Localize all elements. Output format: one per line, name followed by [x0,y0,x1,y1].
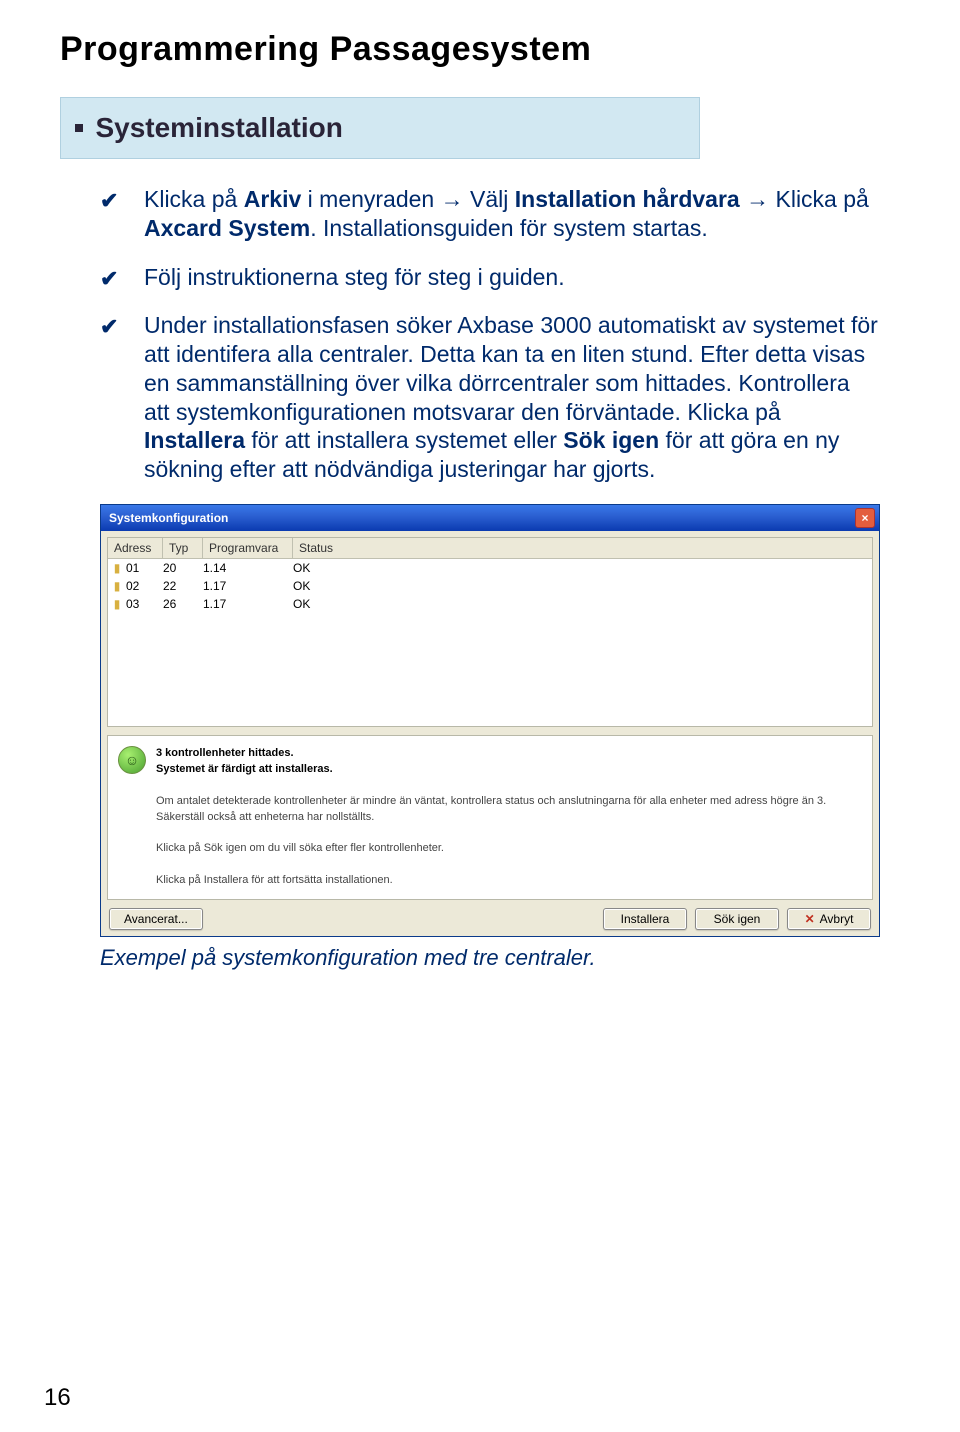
cell-prog: 1.14 [203,561,293,575]
info-panel: ☺ 3 kontrollenheter hittades. Systemet ä… [107,735,873,900]
cell-typ: 26 [163,597,203,611]
cell-prog: 1.17 [203,597,293,611]
bold-text: Installera [144,427,245,453]
text: i menyraden → Välj [301,186,514,212]
table-row[interactable]: ▮ 01 20 1.14 OK [108,559,872,577]
installera-button[interactable]: Installera [603,908,687,930]
text: → Klicka på [740,186,869,212]
bold-text: Axcard System [144,215,310,241]
page-number: 16 [44,1384,71,1412]
text: Klicka på [144,186,244,212]
section-heading-box: Systeminstallation [60,97,700,159]
figure-caption: Exempel på systemkonfiguration med tre c… [100,945,900,971]
bold-text: Installation hårdvara [515,186,740,212]
col-typ[interactable]: Typ [163,538,203,558]
cell-adress: 01 [126,561,163,575]
cell-status: OK [293,561,872,575]
text: för att installera systemet eller [245,427,563,453]
text: Följ instruktionerna steg för steg i gui… [144,264,565,290]
info-text: 3 kontrollenheter hittades. Systemet är … [156,746,862,889]
cell-adress: 03 [126,597,163,611]
col-programvara[interactable]: Programvara [203,538,293,558]
dialog-systemkonfiguration: Systemkonfiguration × Adress Typ Program… [100,504,880,937]
sok-igen-button[interactable]: Sök igen [695,908,779,930]
dialog-title: Systemkonfiguration [109,511,855,525]
text: Under installationsfasen söker Axbase 30… [144,312,878,424]
close-icon[interactable]: × [855,508,875,528]
info-heading: 3 kontrollenheter hittades. [156,747,294,759]
section-heading: Systeminstallation [95,112,342,143]
list-item: Klicka på Arkiv i menyraden → Välj Insta… [100,185,880,243]
device-icon: ▮ [108,597,126,611]
info-p2: Klicka på Sök igen om du vill söka efter… [156,842,444,854]
table-row[interactable]: ▮ 03 26 1.17 OK [108,595,872,613]
page-title: Programmering Passagesystem [60,30,900,69]
cell-prog: 1.17 [203,579,293,593]
col-status[interactable]: Status [293,538,872,558]
smiley-icon: ☺ [118,746,146,774]
list-header: Adress Typ Programvara Status [108,538,872,559]
table-row[interactable]: ▮ 02 22 1.17 OK [108,577,872,595]
avbryt-button[interactable]: Avbryt [787,908,871,930]
device-list: Adress Typ Programvara Status ▮ 01 20 1.… [107,537,873,727]
dialog-titlebar: Systemkonfiguration × [101,505,879,531]
cell-typ: 22 [163,579,203,593]
device-icon: ▮ [108,561,126,575]
bold-text: Arkiv [244,186,302,212]
list-item: Följ instruktionerna steg för steg i gui… [100,263,880,292]
info-p1: Om antalet detekterade kontrollenheter ä… [156,795,826,823]
cell-status: OK [293,597,872,611]
info-p3: Klicka på Installera för att fortsätta i… [156,874,393,886]
device-icon: ▮ [108,579,126,593]
bold-text: Sök igen [563,427,659,453]
bullet-square-icon [75,124,83,132]
col-adress[interactable]: Adress [108,538,163,558]
cell-typ: 20 [163,561,203,575]
cell-adress: 02 [126,579,163,593]
info-sub: Systemet är färdigt att installeras. [156,763,333,775]
cell-status: OK [293,579,872,593]
checklist: Klicka på Arkiv i menyraden → Välj Insta… [60,185,900,484]
avancerat-button[interactable]: Avancerat... [109,908,203,930]
text: . Installationsguiden för system startas… [310,215,708,241]
list-item: Under installationsfasen söker Axbase 30… [100,311,880,484]
button-bar: Avancerat... Installera Sök igen Avbryt [107,908,873,930]
